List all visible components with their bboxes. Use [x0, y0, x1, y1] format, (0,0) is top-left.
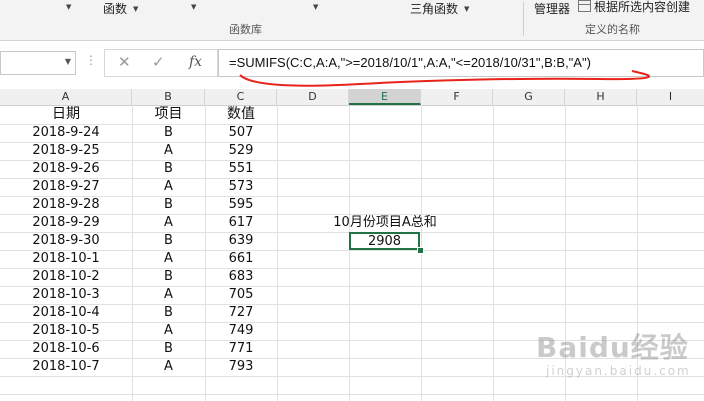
value-cell[interactable]: 705 [205, 286, 277, 304]
item-cell[interactable]: A [132, 322, 205, 340]
item-cell[interactable]: B [132, 160, 205, 178]
column-header-b[interactable]: B [132, 89, 205, 105]
name-manager-button[interactable]: 管理器 [534, 0, 570, 17]
caret-down-icon: ▼ [464, 5, 470, 13]
caret-down-icon: ▼ [66, 3, 72, 11]
item-cell[interactable]: B [132, 268, 205, 286]
gridline [277, 105, 278, 401]
value-cell[interactable]: 595 [205, 196, 277, 214]
value-cell[interactable]: 529 [205, 142, 277, 160]
caret-down-icon: ▼ [313, 3, 319, 11]
summary-label[interactable]: 10月份项目A总和 [318, 213, 452, 232]
item-cell[interactable]: A [132, 142, 205, 160]
create-from-selection-button[interactable]: 根据所选内容创建 [578, 0, 690, 15]
header-item[interactable]: 项目 [132, 105, 205, 124]
value-cell[interactable]: 771 [205, 340, 277, 358]
column-header-e[interactable]: E [349, 89, 421, 105]
caret-down-icon: ▼ [133, 5, 139, 13]
date-cell[interactable]: 2018-10-7 [0, 358, 132, 376]
baidu-watermark: Baidu经验 jingyan.baidu.com [536, 326, 704, 386]
value-cell[interactable]: 507 [205, 124, 277, 142]
date-cell[interactable]: 2018-10-6 [0, 340, 132, 358]
column-header-f[interactable]: F [421, 89, 493, 105]
caret-down-icon: ▼ [191, 3, 197, 11]
column-header-d[interactable]: D [277, 89, 349, 105]
ribbon-divider [523, 2, 524, 36]
item-cell[interactable]: A [132, 286, 205, 304]
fill-handle[interactable] [417, 247, 424, 254]
gridline [349, 105, 350, 401]
item-cell[interactable]: B [132, 340, 205, 358]
date-cell[interactable]: 2018-9-26 [0, 160, 132, 178]
item-cell[interactable]: B [132, 124, 205, 142]
red-underline-annotation [239, 70, 650, 87]
ribbon-dropdown[interactable]: ▼ [60, 0, 71, 14]
selected-cell-outline [349, 232, 420, 250]
functions-dropdown[interactable]: 函数 ▼ [103, 0, 138, 17]
create-from-selection-label: 根据所选内容创建 [594, 0, 691, 14]
date-cell[interactable]: 2018-9-30 [0, 232, 132, 250]
defined-names-group-label: 定义的名称 [585, 23, 640, 36]
column-header-g[interactable]: G [493, 89, 565, 105]
value-cell[interactable]: 551 [205, 160, 277, 178]
date-cell[interactable]: 2018-10-1 [0, 250, 132, 268]
value-cell[interactable]: 639 [205, 232, 277, 250]
column-header-a[interactable]: A [0, 89, 132, 105]
date-cell[interactable]: 2018-10-5 [0, 322, 132, 340]
item-cell[interactable]: A [132, 250, 205, 268]
ribbon-dropdown-2[interactable]: ▼ [185, 0, 196, 14]
column-header-h[interactable]: H [565, 89, 637, 105]
ribbon-dropdown-3[interactable]: ▼ [307, 0, 318, 14]
gridline [493, 105, 494, 401]
item-cell[interactable]: B [132, 232, 205, 250]
watermark-site: jingyan.baidu.com [546, 364, 691, 378]
date-cell[interactable]: 2018-10-3 [0, 286, 132, 304]
formula-bar: ▼ ⋮ ✕ ✓ fx =SUMIFS(C:C,A:A,">=2018/10/1"… [0, 41, 704, 90]
item-cell[interactable]: B [132, 304, 205, 322]
ribbon: ▼ 函数 ▼ ▼ ▼ 三角函数 ▼ 函数库 管理器 根据所选内容创建 定义的名称 [0, 0, 704, 41]
value-cell[interactable]: 661 [205, 250, 277, 268]
header-value[interactable]: 数值 [205, 105, 277, 124]
date-cell[interactable]: 2018-10-4 [0, 304, 132, 322]
date-cell[interactable]: 2018-9-24 [0, 124, 132, 142]
value-cell[interactable]: 573 [205, 178, 277, 196]
column-header-i[interactable]: I [637, 89, 704, 105]
item-cell[interactable]: A [132, 178, 205, 196]
gridline [0, 394, 704, 395]
value-cell[interactable]: 749 [205, 322, 277, 340]
value-cell[interactable]: 617 [205, 214, 277, 232]
column-header-bar: A B C D E F G H I [0, 89, 704, 106]
date-cell[interactable]: 2018-9-28 [0, 196, 132, 214]
trig-label: 三角函数 [410, 2, 459, 16]
table-icon [578, 0, 591, 12]
item-cell[interactable]: A [132, 358, 205, 376]
trig-functions-dropdown[interactable]: 三角函数 ▼ [410, 0, 469, 17]
functions-label: 函数 [103, 2, 128, 16]
value-cell[interactable]: 727 [205, 304, 277, 322]
function-library-group-label: 函数库 [229, 23, 262, 36]
header-date[interactable]: 日期 [0, 105, 132, 124]
watermark-logo: Baidu经验 [536, 331, 689, 364]
item-cell[interactable]: A [132, 214, 205, 232]
item-cell[interactable]: B [132, 196, 205, 214]
value-cell[interactable]: 793 [205, 358, 277, 376]
date-cell[interactable]: 2018-9-27 [0, 178, 132, 196]
value-cell[interactable]: 683 [205, 268, 277, 286]
date-cell[interactable]: 2018-9-29 [0, 214, 132, 232]
date-cell[interactable]: 2018-10-2 [0, 268, 132, 286]
date-cell[interactable]: 2018-9-25 [0, 142, 132, 160]
column-header-c[interactable]: C [205, 89, 277, 105]
